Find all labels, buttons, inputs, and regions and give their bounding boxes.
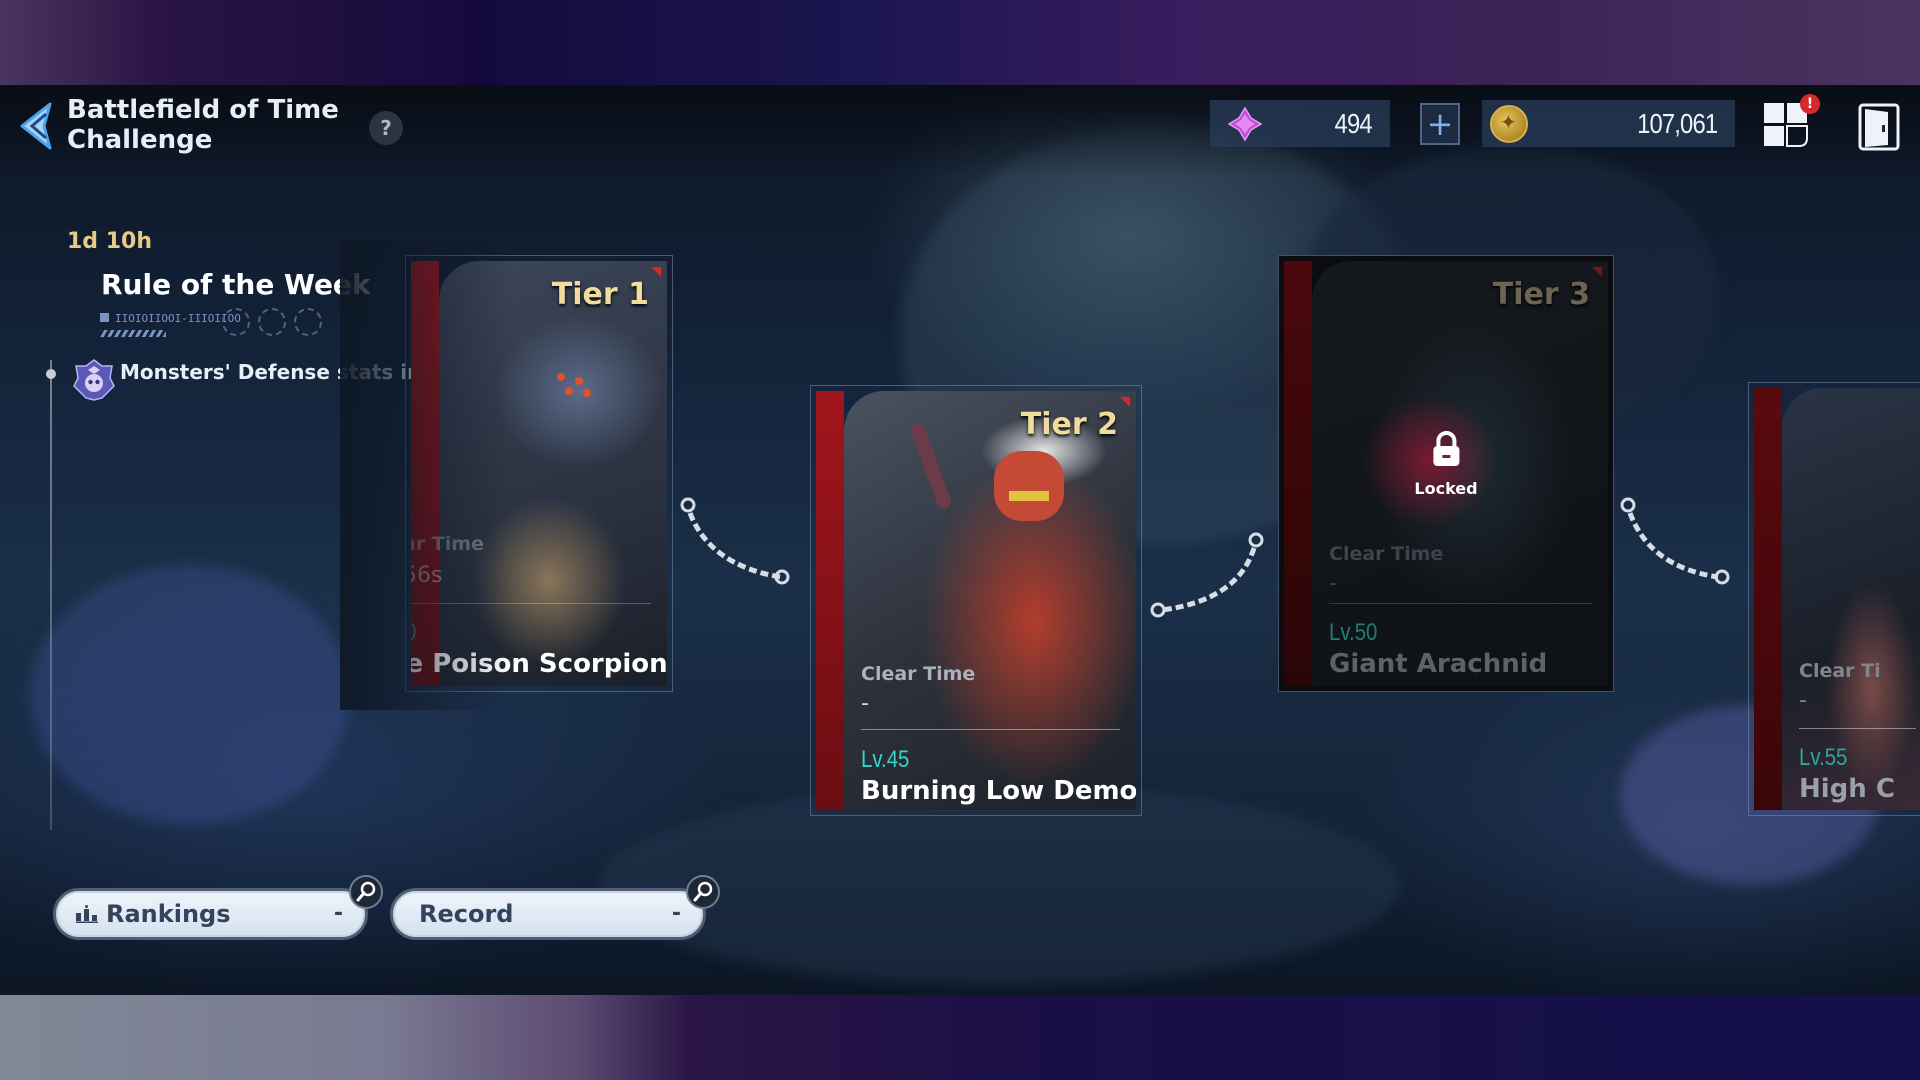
gold-coin-icon [1490, 105, 1528, 143]
tier-label: Tier 3 [1492, 277, 1590, 312]
gold-amount: 107,061 [1636, 108, 1718, 139]
deco-code-text: IIOIOIIOOI-IIIOIIOO [100, 312, 241, 325]
gem-icon [1228, 107, 1262, 141]
page-title: Battlefield of Time Challenge [67, 95, 339, 155]
tier-card-2[interactable]: Tier 2 Clear Time - Lv.45 Burning Low De… [810, 385, 1142, 816]
record-label: Record [419, 900, 514, 928]
deco-stripes [100, 330, 166, 337]
monster-level: Lv.55 [1799, 744, 1848, 771]
tier-card-1[interactable]: Tier 1 ar Time 56s 0 ue Poison Scorpion [405, 255, 673, 692]
title-line-2: Challenge [67, 125, 213, 155]
card-accent-bar [816, 391, 844, 810]
clear-time-value: - [1799, 688, 1807, 713]
title-line-1: Battlefield of Time [67, 95, 339, 125]
gold-counter: 107,061 [1482, 100, 1735, 147]
monster-art-scorpion [439, 261, 667, 686]
monster-name: Giant Arachnid [1329, 649, 1548, 679]
locked-indicator: Locked [1354, 391, 1505, 531]
rankings-value: - [333, 901, 343, 926]
reset-timer: 1d 10h [67, 229, 152, 254]
tier-card-3[interactable]: Tier 3 Locked Clear Time - Lv.50 Giant A… [1278, 255, 1614, 692]
lock-glow [1354, 391, 1505, 531]
card-separator [1799, 728, 1916, 729]
card-separator [861, 729, 1120, 730]
monster-level: Lv.50 [1329, 619, 1378, 646]
gem-amount: 494 [1334, 108, 1373, 139]
gem-counter: 494 [1210, 100, 1390, 147]
clear-time-value: - [1329, 571, 1337, 596]
card-separator [1329, 603, 1592, 604]
back-button[interactable] [16, 100, 58, 152]
exit-button[interactable] [1858, 103, 1900, 151]
monster-name: ue Poison Scorpion [411, 649, 667, 679]
crystal-cluster-left [30, 565, 350, 825]
card-corner-marker [651, 267, 661, 277]
deco-circles [222, 308, 322, 336]
clear-time-value: 56s [411, 563, 443, 588]
card-corner-marker [1120, 397, 1130, 407]
record-button[interactable]: Record - [390, 888, 706, 940]
monster-level: Lv.45 [861, 746, 910, 773]
clear-time-value: - [861, 691, 869, 716]
tier-label: Tier 2 [1020, 407, 1118, 442]
chain-link-icon [1150, 532, 1264, 618]
record-search-button[interactable] [686, 875, 720, 909]
chain-link-icon [1620, 497, 1730, 585]
monster-name: High C [1799, 774, 1895, 804]
podium-icon [76, 905, 98, 923]
card-separator [411, 603, 651, 604]
card-accent-bar [1754, 388, 1782, 810]
rankings-search-button[interactable] [349, 875, 383, 909]
notification-badge: ! [1800, 94, 1820, 114]
chain-link-icon [680, 497, 790, 585]
record-value: - [671, 901, 681, 926]
bottom-letterbox [0, 995, 1920, 1080]
door-exit-icon [1858, 103, 1900, 151]
back-arrow-icon [20, 102, 52, 150]
rankings-button[interactable]: Rankings - [53, 888, 368, 940]
timeline-dot [46, 369, 56, 379]
monster-name: Burning Low Demon [861, 776, 1136, 806]
top-letterbox [0, 0, 1920, 85]
magnifier-icon [693, 881, 713, 902]
card-corner-marker [1592, 267, 1602, 277]
clear-time-label: Clear Time [861, 663, 976, 685]
magnifier-icon [356, 881, 376, 902]
tier-card-4[interactable]: Clear Ti - Lv.55 High C [1748, 382, 1920, 816]
rule-of-week-title: Rule of the Week [101, 268, 371, 301]
skull-crest-icon [73, 359, 115, 401]
clear-time-label: Clear Time [1329, 543, 1444, 565]
help-button[interactable]: ? [369, 111, 403, 145]
monster-level: 0 [411, 619, 416, 647]
clear-time-label: ar Time [411, 533, 484, 555]
lock-icon [1433, 431, 1459, 466]
clear-time-label: Clear Ti [1799, 660, 1881, 682]
locked-label: Locked [1414, 479, 1478, 498]
rankings-label: Rankings [106, 900, 231, 928]
card-accent-bar [1284, 261, 1312, 686]
timeline-line [50, 360, 52, 830]
add-gems-button[interactable]: + [1420, 103, 1460, 145]
tier-label: Tier 1 [551, 277, 649, 312]
